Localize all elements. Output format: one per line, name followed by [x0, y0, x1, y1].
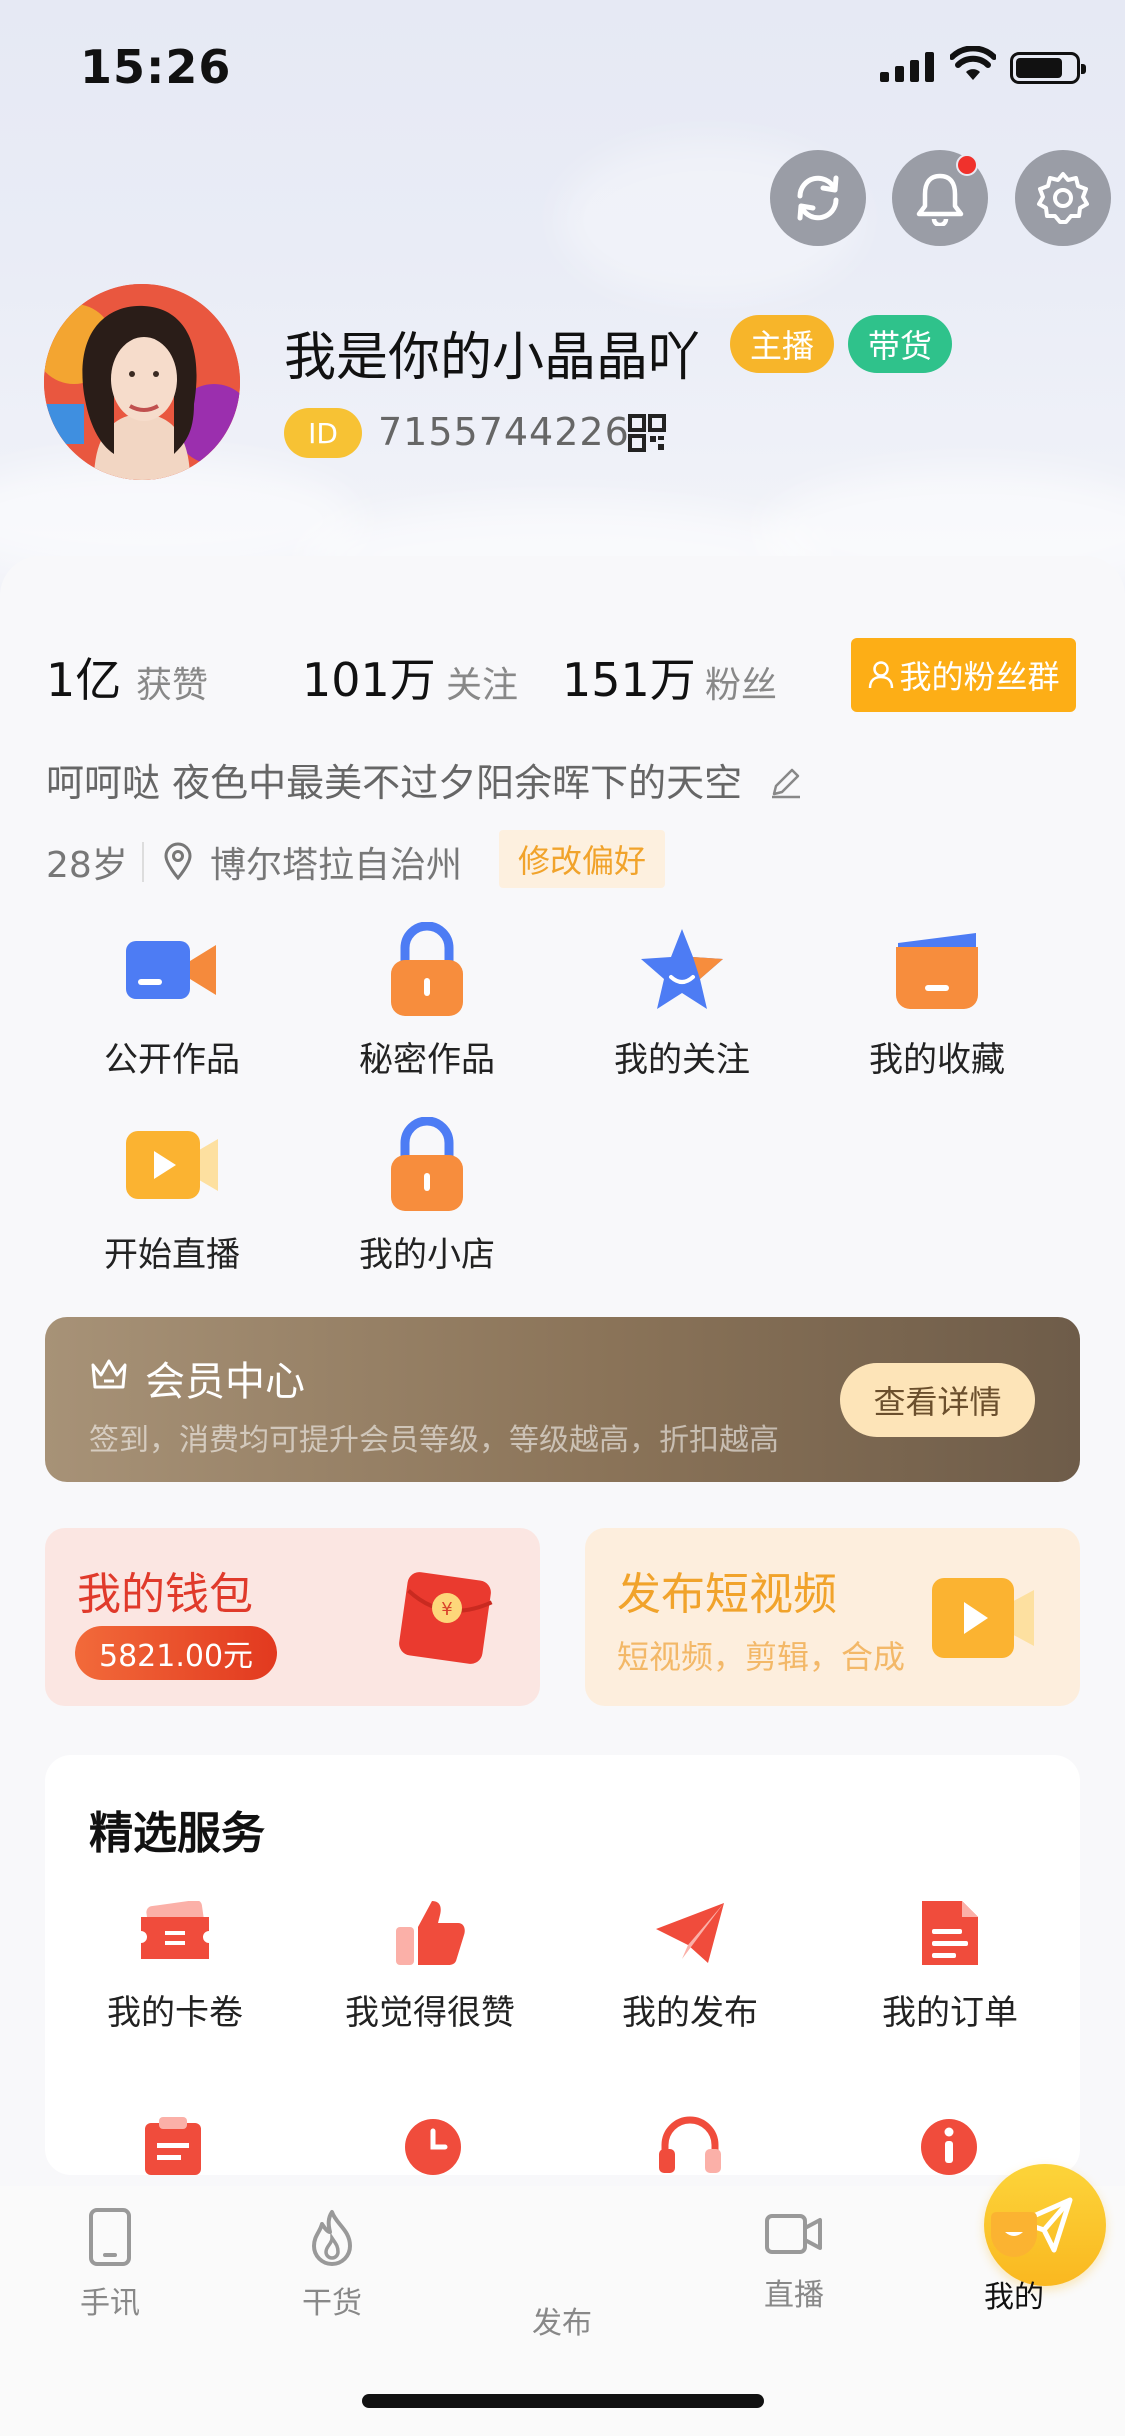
location-pin-icon — [164, 842, 192, 880]
ticket-icon — [141, 1901, 209, 1959]
grid-my-following[interactable]: 我的关注 — [582, 920, 782, 1081]
wallet-card[interactable]: 我的钱包 5821.00元 ¥ — [45, 1528, 540, 1706]
crown-icon — [91, 1359, 127, 1389]
battery-icon — [1010, 52, 1086, 84]
person-icon — [869, 661, 894, 689]
member-title: 会员中心 — [145, 1359, 305, 1405]
user-id: 7155744226 — [378, 410, 630, 454]
video-icon — [765, 2214, 822, 2254]
avatar[interactable] — [44, 284, 240, 480]
wallet-amount: 5821.00元 — [75, 1626, 278, 1680]
status-time: 15:26 — [80, 40, 232, 94]
me-icon — [991, 2212, 1037, 2257]
refresh-button[interactable] — [770, 150, 866, 246]
thumbs-up-icon — [396, 1901, 465, 1965]
info-icon[interactable] — [917, 2115, 981, 2175]
services-title: 精选服务 — [89, 1808, 265, 1859]
video-play-icon — [932, 1578, 1034, 1658]
notification-dot — [956, 154, 978, 176]
grid-my-shop[interactable]: 我的小店 — [327, 1115, 527, 1276]
fire-icon — [312, 2210, 352, 2266]
service-my-coupons[interactable]: 我的卡卷 — [70, 1893, 280, 2034]
profile-name: 我是你的小晶晶吖 — [284, 328, 701, 388]
document-icon — [922, 1901, 978, 1965]
phone-icon — [89, 2208, 131, 2266]
member-center-banner[interactable]: 会员中心 签到，消费均可提升会员等级，等级越高，折扣越高 查看详情 — [45, 1317, 1080, 1482]
tab-shouxun[interactable]: 手讯 — [30, 2208, 190, 2322]
video-camera-icon — [126, 941, 216, 999]
goods-badge: 带货 — [848, 315, 952, 373]
bell-icon — [916, 173, 964, 226]
status-bar: 15:26 — [0, 0, 1125, 140]
svg-text:¥: ¥ — [441, 1599, 452, 1620]
followers-label: 粉丝 — [705, 665, 778, 706]
tab-ganhuo[interactable]: 干货 — [252, 2208, 412, 2322]
publish-video-card[interactable]: 发布短视频 短视频，剪辑，合成 — [585, 1528, 1080, 1706]
headset-icon[interactable] — [655, 2115, 725, 2175]
red-envelope-icon: ¥ — [399, 1572, 493, 1664]
edit-icon[interactable] — [768, 764, 804, 800]
likes-count: 1亿 — [46, 653, 122, 707]
grid-my-favorites[interactable]: 我的收藏 — [837, 920, 1037, 1081]
tab-publish[interactable]: 发布 — [482, 2164, 1106, 2342]
refresh-icon — [797, 175, 839, 221]
location-text: 博尔塔拉自治州 — [210, 845, 463, 886]
age-text: 28岁 — [46, 845, 128, 886]
publish-subtitle: 短视频，剪辑，合成 — [617, 1638, 906, 1676]
fans-group-label: 我的粉丝群 — [899, 658, 1060, 696]
following-count[interactable]: 101万 — [302, 644, 436, 710]
wallet-title: 我的钱包 — [77, 1569, 253, 1620]
service-my-posts[interactable]: 我的发布 — [585, 1893, 795, 2034]
publish-title: 发布短视频 — [617, 1569, 837, 1620]
live-camera-icon — [126, 1131, 218, 1199]
lock-icon — [391, 922, 463, 1016]
edit-preferences-button[interactable]: 修改偏好 — [499, 830, 665, 888]
view-details-button[interactable]: 查看详情 — [840, 1363, 1035, 1437]
home-indicator — [362, 2394, 764, 2408]
paper-plane-icon — [656, 1903, 724, 1963]
followers-count[interactable]: 151万 — [562, 644, 696, 710]
qr-code-icon[interactable] — [628, 414, 666, 452]
settings-button[interactable] — [1015, 150, 1111, 246]
service-my-orders[interactable]: 我的订单 — [845, 1893, 1055, 2034]
wifi-icon — [950, 46, 996, 80]
cellular-signal-icon — [880, 52, 934, 82]
clock-icon[interactable] — [401, 2115, 465, 2175]
tab-mine[interactable]: 我的 — [934, 2208, 1094, 2316]
grid-start-live[interactable]: 开始直播 — [72, 1115, 272, 1276]
tab-live[interactable]: 直播 — [714, 2208, 874, 2314]
service-i-like[interactable]: 我觉得很赞 — [325, 1893, 535, 2034]
following-label: 关注 — [446, 665, 519, 706]
id-label: ID — [284, 408, 362, 458]
bio-text: 呵呵哒 夜色中最美不过夕阳余晖下的天空 — [46, 752, 804, 807]
gear-icon — [1037, 172, 1089, 224]
grid-secret-works[interactable]: 秘密作品 — [327, 920, 527, 1081]
likes-label: 获赞 — [136, 665, 209, 706]
avatar-photo — [44, 284, 240, 480]
member-subtitle: 签到，消费均可提升会员等级，等级越高，折扣越高 — [89, 1423, 779, 1458]
anchor-badge: 主播 — [730, 315, 834, 373]
fans-group-button[interactable]: 我的粉丝群 — [851, 638, 1076, 712]
clipboard-icon[interactable] — [141, 2115, 205, 2175]
notification-button[interactable] — [892, 150, 988, 246]
shop-lock-icon — [391, 1117, 463, 1211]
grid-public-works[interactable]: 公开作品 — [72, 920, 272, 1081]
star-icon — [641, 929, 723, 1009]
featured-services: 精选服务 我的卡卷 我觉得很赞 我的发布 我的订单 — [45, 1755, 1080, 2175]
divider — [142, 842, 144, 882]
folder-icon — [896, 933, 978, 1009]
